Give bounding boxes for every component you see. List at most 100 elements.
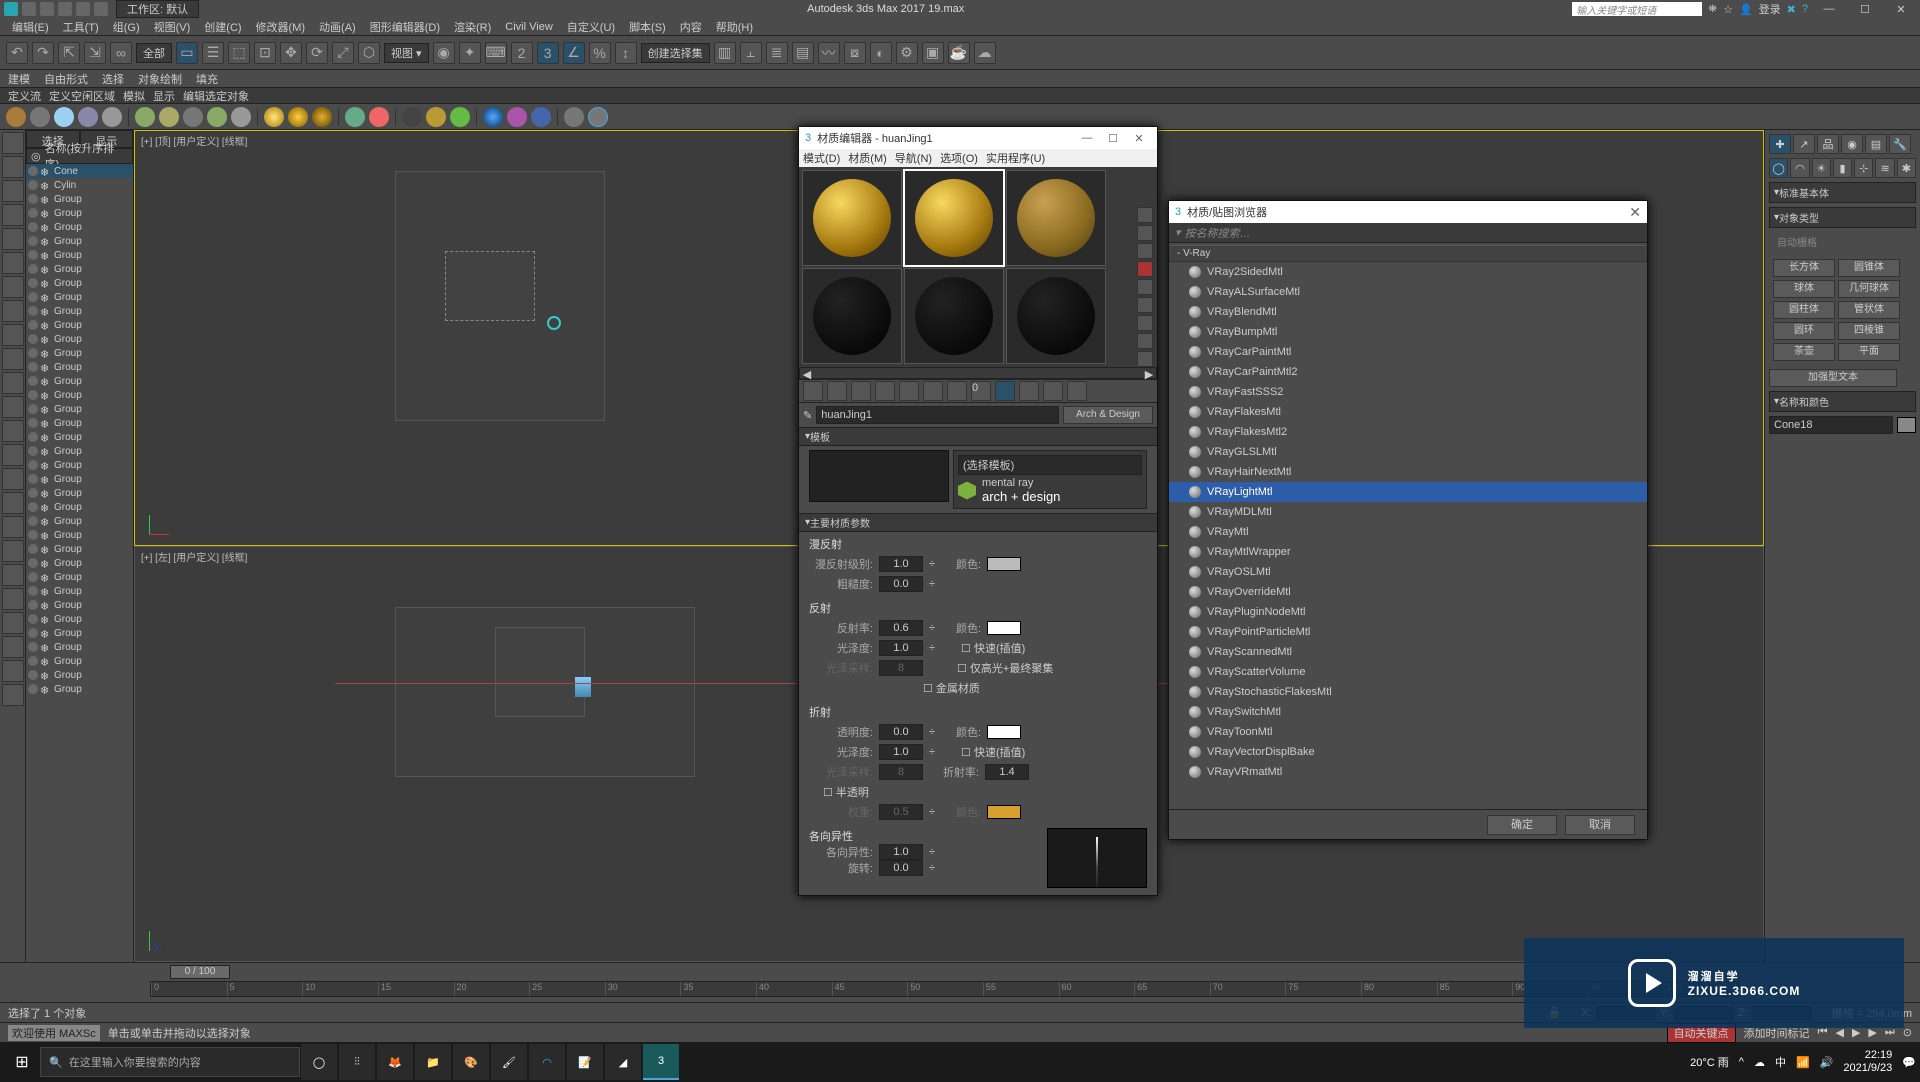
- select-name-button[interactable]: ☰: [202, 42, 224, 64]
- select-window-button[interactable]: ⊡: [254, 42, 276, 64]
- stairs-icon[interactable]: [231, 107, 251, 127]
- star-icon[interactable]: ☆: [1723, 3, 1733, 16]
- selection-filter[interactable]: 全部: [136, 43, 172, 63]
- go-parent-button[interactable]: [1043, 381, 1063, 401]
- scene-item-5[interactable]: ❄Group: [26, 234, 133, 248]
- left-tool-15[interactable]: [2, 492, 24, 514]
- left-tool-12[interactable]: [2, 420, 24, 442]
- scene-item-36[interactable]: ❄Group: [26, 668, 133, 682]
- scene-item-27[interactable]: ❄Group: [26, 542, 133, 556]
- toggle-ribbon-button[interactable]: ▤: [792, 42, 814, 64]
- helper3-icon[interactable]: [450, 107, 470, 127]
- browser-ok-button[interactable]: 确定: [1487, 815, 1557, 835]
- cam1-icon[interactable]: [345, 107, 365, 127]
- scene-item-8[interactable]: ❄Group: [26, 276, 133, 290]
- browser-entry-VRay2SidedMtl[interactable]: VRay2SidedMtl: [1169, 262, 1647, 282]
- autogrid-checkbox[interactable]: 自动栅格: [1769, 232, 1916, 251]
- material-editor-window[interactable]: 3 材质编辑器 - huanJing1 — ☐ ✕ 模式(D)材质(M)导航(N…: [798, 126, 1158, 896]
- sys2-icon[interactable]: [588, 107, 608, 127]
- keymode-icon[interactable]: ⊙: [1903, 1026, 1912, 1039]
- create-圆柱体[interactable]: 圆柱体: [1773, 301, 1835, 319]
- object-name-input[interactable]: [1769, 416, 1893, 434]
- light2-icon[interactable]: [288, 107, 308, 127]
- scene-item-25[interactable]: ❄Group: [26, 514, 133, 528]
- gloss-spinner[interactable]: 1.0: [879, 640, 923, 656]
- create-长方体[interactable]: 长方体: [1773, 259, 1835, 277]
- translucent-check[interactable]: ☐ 半透明: [823, 784, 869, 800]
- reset-button[interactable]: [875, 381, 895, 401]
- browser-entry-VRayFastSSS2[interactable]: VRayFastSSS2: [1169, 382, 1647, 402]
- material-type-button[interactable]: Arch & Design: [1063, 406, 1153, 424]
- left-tool-14[interactable]: [2, 468, 24, 490]
- browser-entry-VRayOverrideMtl[interactable]: VRayOverrideMtl: [1169, 582, 1647, 602]
- browser-entry-VRayPointParticleMtl[interactable]: VRayPointParticleMtl: [1169, 622, 1647, 642]
- browser-entry-VRayScatterVolume[interactable]: VRayScatterVolume: [1169, 662, 1647, 682]
- compound-icon[interactable]: [54, 107, 74, 127]
- tray-up-icon[interactable]: ^: [1739, 1056, 1744, 1068]
- browser-entry-VRaySwitchMtl[interactable]: VRaySwitchMtl: [1169, 702, 1647, 722]
- left-tool-5[interactable]: [2, 252, 24, 274]
- scene-item-32[interactable]: ❄Group: [26, 612, 133, 626]
- taskbar-time[interactable]: 22:19: [1843, 1049, 1892, 1062]
- namecolor-rollout[interactable]: 名称和颜色: [1769, 391, 1916, 412]
- left-tool-11[interactable]: [2, 396, 24, 418]
- scene-item-10[interactable]: ❄Group: [26, 304, 133, 318]
- std-prim-icon[interactable]: [6, 107, 26, 127]
- left-tool-19[interactable]: [2, 588, 24, 610]
- gloss-samples-spinner[interactable]: 8: [879, 660, 923, 676]
- menu-工具(T)[interactable]: 工具(T): [57, 19, 105, 35]
- browser-cancel-button[interactable]: 取消: [1565, 815, 1635, 835]
- left-tool-8[interactable]: [2, 324, 24, 346]
- bind-button[interactable]: ∞: [110, 42, 132, 64]
- main-params-rollout[interactable]: 主要材质参数: [799, 514, 1157, 532]
- show-map-button[interactable]: [995, 381, 1015, 401]
- metal-check[interactable]: ☐ 金属材质: [923, 680, 980, 696]
- start-button[interactable]: ⊞: [4, 1044, 40, 1080]
- app5-icon[interactable]: 🎨: [453, 1044, 489, 1080]
- menu-修改器(M)[interactable]: 修改器(M): [250, 19, 312, 35]
- scene-item-0[interactable]: ❄Cone: [26, 164, 133, 178]
- browser-entry-VRayGLSLMtl[interactable]: VRayGLSLMtl: [1169, 442, 1647, 462]
- app9-icon[interactable]: ◢: [605, 1044, 641, 1080]
- align-button[interactable]: ⫠: [740, 42, 762, 64]
- extratext-button[interactable]: 加强型文本: [1769, 369, 1897, 387]
- scene-item-6[interactable]: ❄Group: [26, 248, 133, 262]
- patch-icon[interactable]: [102, 107, 122, 127]
- create-茶壶[interactable]: 茶壶: [1773, 343, 1835, 361]
- help-icon[interactable]: ?: [1802, 3, 1808, 15]
- browser-entry-VRayLightMtl[interactable]: VRayLightMtl: [1169, 482, 1647, 502]
- cat-space-icon[interactable]: ≋: [1875, 158, 1894, 178]
- menu-编辑(E)[interactable]: 编辑(E): [6, 19, 55, 35]
- scene-item-9[interactable]: ❄Group: [26, 290, 133, 304]
- cmd-hierarchy-tab[interactable]: 品: [1817, 134, 1839, 154]
- left-tool-21[interactable]: [2, 636, 24, 658]
- nurbs-icon[interactable]: [159, 107, 179, 127]
- spinner-snap-button[interactable]: ↕: [615, 42, 637, 64]
- schematic-button[interactable]: ⧇: [844, 42, 866, 64]
- left-tool-22[interactable]: [2, 660, 24, 682]
- mat-scroll-right[interactable]: ▶: [1142, 368, 1156, 378]
- browser-entry-VRayCarPaintMtl[interactable]: VRayCarPaintMtl: [1169, 342, 1647, 362]
- cmd-create-tab[interactable]: ✚: [1769, 134, 1791, 154]
- scene-item-23[interactable]: ❄Group: [26, 486, 133, 500]
- scene-item-18[interactable]: ❄Group: [26, 416, 133, 430]
- weather-widget[interactable]: 20°C 雨: [1690, 1054, 1729, 1070]
- taskbar-search[interactable]: 🔍 在这里输入你要搜索的内容: [40, 1047, 300, 1077]
- unlink-button[interactable]: ⇲: [84, 42, 106, 64]
- sys1-icon[interactable]: [564, 107, 584, 127]
- left-tool-18[interactable]: [2, 564, 24, 586]
- scene-item-26[interactable]: ❄Group: [26, 528, 133, 542]
- open-icon[interactable]: [40, 2, 54, 16]
- cmd-utility-tab[interactable]: 🔧: [1889, 134, 1911, 154]
- browser-entry-VRayFlakesMtl[interactable]: VRayFlakesMtl: [1169, 402, 1647, 422]
- time-ruler[interactable]: 0510152025303540455055606570758085909510…: [150, 981, 1740, 997]
- scene-item-15[interactable]: ❄Group: [26, 374, 133, 388]
- ribbon-tab-3[interactable]: 对象绘制: [138, 71, 182, 87]
- menu-帮助(H)[interactable]: 帮助(H): [710, 19, 759, 35]
- login-label[interactable]: 登录: [1759, 1, 1781, 17]
- render-button[interactable]: ☕: [948, 42, 970, 64]
- 3dsmax-taskbar-icon[interactable]: 3: [643, 1044, 679, 1080]
- app8-icon[interactable]: 📝: [567, 1044, 603, 1080]
- menu-组(G)[interactable]: 组(G): [107, 19, 146, 35]
- edge-icon[interactable]: ◠: [529, 1044, 565, 1080]
